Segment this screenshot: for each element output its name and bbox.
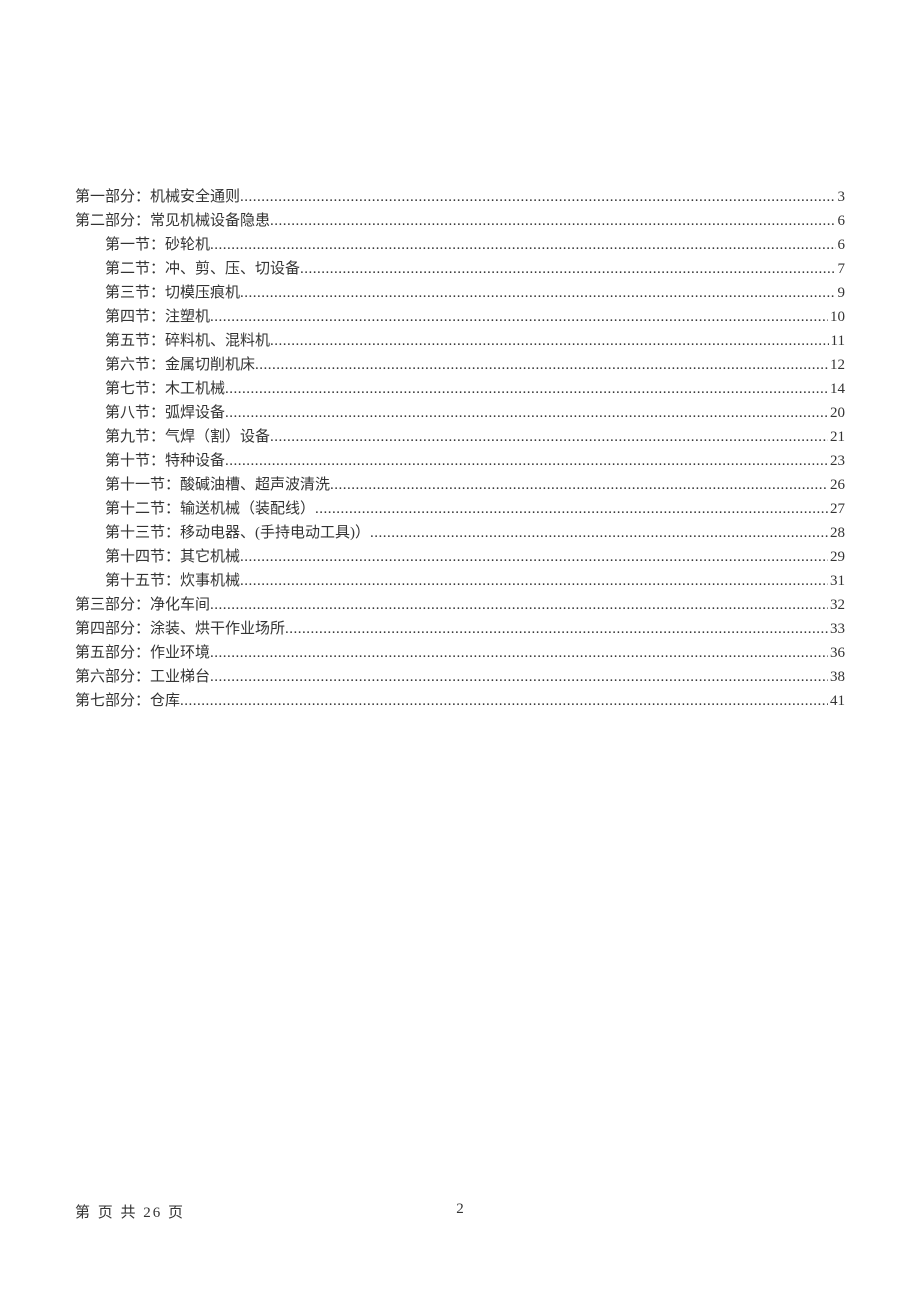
document-page: 第一部分：机械安全通则3第二部分：常见机械设备隐患6第一节：砂轮机6第二节：冲、… <box>0 0 920 713</box>
toc-entry-text: 第五节：碎料机、混料机 <box>105 329 270 353</box>
toc-entry-page: 26 <box>828 473 845 497</box>
toc-entry: 第一部分：机械安全通则 3 <box>75 185 845 209</box>
toc-entry-text: 第九节：气焊（割）设备 <box>105 425 270 449</box>
toc-leader-dots <box>225 377 828 401</box>
toc-entry-page: 41 <box>828 689 845 713</box>
toc-entry-text: 第六节：金属切削机床 <box>105 353 255 377</box>
toc-entry-text: 第五部分：作业环境 <box>75 641 210 665</box>
toc-entry-page: 38 <box>828 665 845 689</box>
toc-entry-text: 第三节：切模压痕机 <box>105 281 240 305</box>
toc-leader-dots <box>225 401 828 425</box>
toc-entry-text: 第四节：注塑机 <box>105 305 210 329</box>
toc-leader-dots <box>285 617 828 641</box>
toc-leader-dots <box>210 593 828 617</box>
toc-entry-text: 第七部分：仓库 <box>75 689 180 713</box>
toc-entry-text: 第一节：砂轮机 <box>105 233 210 257</box>
toc-entry: 第七节：木工机械 14 <box>75 377 845 401</box>
toc-entry-text: 第三部分：净化车间 <box>75 593 210 617</box>
toc-entry: 第六部分：工业梯台 38 <box>75 665 845 689</box>
toc-leader-dots <box>240 185 835 209</box>
toc-entry-page: 7 <box>836 257 846 281</box>
toc-entry-text: 第十四节：其它机械 <box>105 545 240 569</box>
toc-entry: 第八节：弧焊设备 20 <box>75 401 845 425</box>
toc-leader-dots <box>255 353 828 377</box>
toc-leader-dots <box>210 665 828 689</box>
toc-entry-page: 33 <box>828 617 845 641</box>
toc-entry: 第十二节：输送机械（装配线） 27 <box>75 497 845 521</box>
toc-entry: 第四部分：涂装、烘干作业场所 33 <box>75 617 845 641</box>
toc-entry: 第五部分：作业环境 36 <box>75 641 845 665</box>
toc-entry-page: 20 <box>828 401 845 425</box>
toc-entry-page: 12 <box>828 353 845 377</box>
toc-entry-text: 第六部分：工业梯台 <box>75 665 210 689</box>
toc-entry: 第四节：注塑机 10 <box>75 305 845 329</box>
toc-entry: 第十三节：移动电器、(手持电动工具)） 28 <box>75 521 845 545</box>
toc-leader-dots <box>300 257 835 281</box>
toc-leader-dots <box>240 281 835 305</box>
toc-leader-dots <box>270 425 828 449</box>
toc-entry-page: 6 <box>836 209 846 233</box>
toc-entry-text: 第八节：弧焊设备 <box>105 401 225 425</box>
toc-leader-dots <box>315 497 828 521</box>
toc-leader-dots <box>270 329 829 353</box>
toc-entry-page: 3 <box>836 185 846 209</box>
toc-leader-dots <box>240 545 828 569</box>
toc-entry-page: 14 <box>828 377 845 401</box>
toc-leader-dots <box>210 233 835 257</box>
page-footer: 第 页 共 26 页 2 <box>0 1201 920 1222</box>
toc-entry: 第六节：金属切削机床 12 <box>75 353 845 377</box>
toc-leader-dots <box>240 569 828 593</box>
toc-entry: 第五节：碎料机、混料机 11 <box>75 329 845 353</box>
toc-entry-text: 第四部分：涂装、烘干作业场所 <box>75 617 285 641</box>
toc-entry-text: 第一部分：机械安全通则 <box>75 185 240 209</box>
toc-entry-page: 29 <box>828 545 845 569</box>
toc-entry-page: 6 <box>836 233 846 257</box>
toc-entry-page: 23 <box>828 449 845 473</box>
toc-entry: 第三部分：净化车间 32 <box>75 593 845 617</box>
table-of-contents: 第一部分：机械安全通则3第二部分：常见机械设备隐患6第一节：砂轮机6第二节：冲、… <box>75 185 845 713</box>
toc-entry: 第二部分：常见机械设备隐患 6 <box>75 209 845 233</box>
toc-entry-page: 27 <box>828 497 845 521</box>
toc-entry-text: 第二节：冲、剪、压、切设备 <box>105 257 300 281</box>
toc-leader-dots <box>225 449 828 473</box>
toc-entry: 第二节：冲、剪、压、切设备 7 <box>75 257 845 281</box>
toc-leader-dots <box>270 209 835 233</box>
toc-entry-page: 36 <box>828 641 845 665</box>
toc-entry-page: 28 <box>828 521 845 545</box>
toc-entry-text: 第十节：特种设备 <box>105 449 225 473</box>
toc-entry: 第九节：气焊（割）设备 21 <box>75 425 845 449</box>
toc-entry-page: 10 <box>828 305 845 329</box>
toc-entry: 第十一节：酸碱油槽、超声波清洗 26 <box>75 473 845 497</box>
toc-leader-dots <box>330 473 828 497</box>
toc-leader-dots <box>180 689 828 713</box>
toc-entry: 第七部分：仓库 41 <box>75 689 845 713</box>
toc-entry-page: 31 <box>828 569 845 593</box>
toc-entry-text: 第十五节：炊事机械 <box>105 569 240 593</box>
toc-entry-text: 第十二节：输送机械（装配线） <box>105 497 315 521</box>
toc-leader-dots <box>370 521 828 545</box>
toc-entry-page: 9 <box>836 281 846 305</box>
footer-page-range: 第 页 共 26 页 <box>75 1201 185 1222</box>
toc-entry-page: 11 <box>829 329 845 353</box>
toc-entry: 第十节：特种设备 23 <box>75 449 845 473</box>
toc-entry-text: 第二部分：常见机械设备隐患 <box>75 209 270 233</box>
toc-entry-page: 32 <box>828 593 845 617</box>
toc-entry: 第十四节：其它机械 29 <box>75 545 845 569</box>
toc-entry: 第十五节：炊事机械 31 <box>75 569 845 593</box>
footer-page-number: 2 <box>456 1201 464 1218</box>
toc-entry-page: 21 <box>828 425 845 449</box>
toc-entry-text: 第十三节：移动电器、(手持电动工具)） <box>105 521 370 545</box>
toc-leader-dots <box>210 641 828 665</box>
toc-entry: 第一节：砂轮机 6 <box>75 233 845 257</box>
toc-entry: 第三节：切模压痕机 9 <box>75 281 845 305</box>
toc-entry-text: 第十一节：酸碱油槽、超声波清洗 <box>105 473 330 497</box>
toc-entry-text: 第七节：木工机械 <box>105 377 225 401</box>
toc-leader-dots <box>210 305 828 329</box>
